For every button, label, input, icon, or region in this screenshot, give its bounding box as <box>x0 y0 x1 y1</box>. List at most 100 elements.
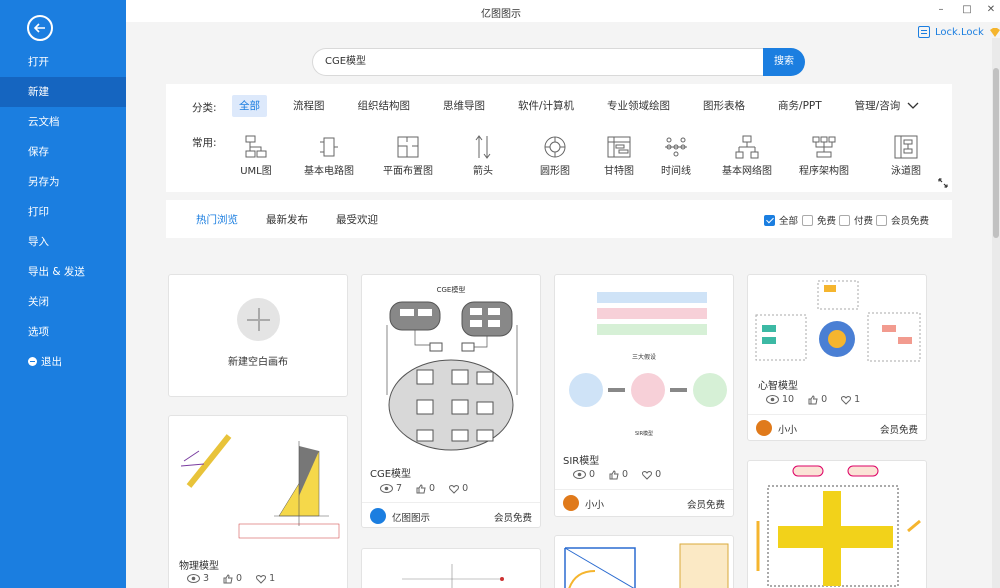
document-icon <box>918 26 930 38</box>
tab-hot[interactable]: 热门浏览 <box>196 212 238 227</box>
favorite-icon <box>256 574 267 584</box>
template-card-physics-model[interactable]: 物理模型 3 0 1 <box>168 415 348 588</box>
sidebar: 打开 新建 云文档 保存 另存为 打印 导入 导出 & 发送 关闭 选项 退出 <box>0 0 126 588</box>
sidebar-item-exit[interactable]: 退出 <box>0 347 126 377</box>
filter-all[interactable]: 全部 <box>764 213 798 227</box>
sidebar-item-export[interactable]: 导出 & 发送 <box>0 257 126 287</box>
template-card-partial-3[interactable] <box>747 460 927 588</box>
expand-categories-icon[interactable] <box>907 101 919 111</box>
circle-diagram-icon <box>544 136 566 158</box>
maximize-button[interactable]: □ <box>960 3 974 17</box>
member-free-badge: 会员免费 <box>686 500 725 511</box>
close-button[interactable]: ✕ <box>984 3 998 17</box>
category-software[interactable]: 软件/计算机 <box>511 95 581 117</box>
sidebar-item-save[interactable]: 保存 <box>0 137 126 167</box>
favorite-icon <box>642 470 653 480</box>
scrollbar-thumb[interactable] <box>993 68 999 238</box>
checkbox-paid[interactable] <box>839 214 850 226</box>
username: Lock.Lock <box>935 26 984 38</box>
card-title: CGE模型 <box>370 469 412 480</box>
common-uml[interactable]: UML图 <box>221 134 291 177</box>
minimize-button[interactable]: – <box>934 3 948 17</box>
checkbox-all[interactable] <box>764 214 775 226</box>
tab-latest[interactable]: 最新发布 <box>266 212 308 227</box>
card-stats: 3 0 1 <box>187 573 275 584</box>
category-graphics-table[interactable]: 图形表格 <box>696 95 752 117</box>
common-circuit[interactable]: 基本电路图 <box>294 134 364 177</box>
tab-popular[interactable]: 最受欢迎 <box>336 212 378 227</box>
back-button[interactable] <box>27 15 53 41</box>
category-mindmap[interactable]: 思维导图 <box>436 95 492 117</box>
window-title: 亿图图示 <box>481 9 521 20</box>
like-icon <box>416 483 426 493</box>
card-title: SIR模型 <box>563 456 600 467</box>
user-menu[interactable]: Lock.Lock <box>918 24 1000 40</box>
common-circle-diagram[interactable]: 圆形图 <box>520 134 590 177</box>
card-footer: 小小 会员免费 <box>748 414 926 440</box>
author-name: 小小 <box>585 500 605 511</box>
author-name: 亿图图示 <box>392 513 431 524</box>
exit-icon <box>28 357 37 366</box>
search-button[interactable]: 搜索 <box>763 48 805 76</box>
template-card-mind-model[interactable]: 心智模型 10 0 1 小小 会员免费 <box>747 274 927 441</box>
partial-thumbnail-1 <box>402 564 504 588</box>
views-icon <box>187 574 200 583</box>
common-swimlane[interactable]: 泳道图 <box>871 134 941 177</box>
plus-icon <box>237 298 280 341</box>
member-free-badge: 会员免费 <box>493 513 532 524</box>
template-card-cge[interactable]: CGE模型 CGE模型 7 0 0 亿图图示 会员免费 <box>361 274 541 528</box>
common-floorplan[interactable]: 平面布置图 <box>373 134 443 177</box>
like-icon <box>609 469 619 479</box>
member-free-badge: 会员免费 <box>879 425 918 436</box>
common-label: 常用: <box>192 137 217 149</box>
thumbnail-title: 三大假设 <box>632 353 656 361</box>
like-icon <box>808 394 818 404</box>
common-arrows[interactable]: 箭头 <box>448 134 518 177</box>
filter-free[interactable]: 免费 <box>802 213 836 227</box>
checkbox-member-free[interactable] <box>876 214 887 226</box>
template-card-partial-1[interactable] <box>361 548 541 588</box>
category-management[interactable]: 管理/咨询 <box>848 95 908 117</box>
arrow-left-icon <box>33 23 45 33</box>
sidebar-item-import[interactable]: 导入 <box>0 227 126 257</box>
filter-paid[interactable]: 付费 <box>839 213 873 227</box>
thumbnail-subtitle: SIR模型 <box>635 430 653 437</box>
category-all[interactable]: 全部 <box>232 95 267 117</box>
template-card-sir[interactable]: 三大假设 SIR模型 SIR模型 0 0 0 小小 会员免费 <box>554 274 734 517</box>
sidebar-item-new[interactable]: 新建 <box>0 77 126 107</box>
category-org-chart[interactable]: 组织结构图 <box>351 95 418 117</box>
search-input[interactable]: CGE模型 <box>312 48 767 76</box>
category-business[interactable]: 商务/PPT <box>771 95 829 117</box>
sidebar-menu: 打开 新建 云文档 保存 另存为 打印 导入 导出 & 发送 关闭 选项 退出 <box>0 47 126 377</box>
sidebar-item-options[interactable]: 选项 <box>0 317 126 347</box>
category-flowchart[interactable]: 流程图 <box>286 95 332 117</box>
common-timeline[interactable]: 时间线 <box>641 134 711 177</box>
sidebar-item-print[interactable]: 打印 <box>0 197 126 227</box>
scrollbar[interactable] <box>992 38 1000 588</box>
common-architecture[interactable]: 程序架构图 <box>789 134 859 177</box>
sidebar-item-close[interactable]: 关闭 <box>0 287 126 317</box>
category-tabs: 全部 流程图 组织结构图 思维导图 软件/计算机 专业领域绘图 图形表格 商务/… <box>232 95 926 117</box>
card-stats: 10 0 1 <box>766 394 860 405</box>
thumbnail-title: CGE模型 <box>437 285 466 294</box>
sidebar-item-cloud[interactable]: 云文档 <box>0 107 126 137</box>
views-icon <box>766 395 779 404</box>
category-label: 分类: <box>192 102 217 114</box>
physics-model-thumbnail <box>180 434 340 539</box>
filter-member-free[interactable]: 会员免费 <box>876 213 929 227</box>
category-professional[interactable]: 专业领域绘图 <box>600 95 677 117</box>
sidebar-item-save-as[interactable]: 另存为 <box>0 167 126 197</box>
sidebar-item-open[interactable]: 打开 <box>0 47 126 77</box>
card-title: 心智模型 <box>758 381 798 392</box>
card-stats: 7 0 0 <box>380 483 468 494</box>
checkbox-free[interactable] <box>802 214 813 226</box>
template-card-partial-2[interactable] <box>554 535 734 588</box>
collapse-icon[interactable] <box>938 178 948 188</box>
architecture-icon <box>812 136 836 158</box>
timeline-icon <box>665 137 687 157</box>
card-title: 物理模型 <box>179 561 219 572</box>
views-icon <box>573 470 586 479</box>
new-canvas-card[interactable]: 新建空白画布 <box>168 274 348 397</box>
favorite-icon <box>841 395 852 405</box>
common-network[interactable]: 基本网络图 <box>712 134 782 177</box>
